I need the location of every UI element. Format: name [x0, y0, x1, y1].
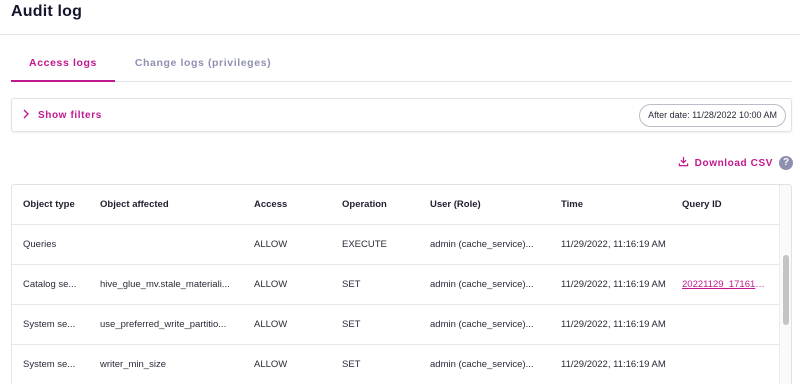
after-date-chip[interactable]: After date: 11/28/2022 10:00 AM	[639, 104, 786, 127]
cell-user-role: admin (cache_service)...	[430, 319, 534, 330]
chevron-right-icon	[22, 109, 30, 122]
filters-bar: Show filters After date: 11/28/2022 10:0…	[11, 98, 792, 132]
column-header[interactable]: Object type	[23, 185, 85, 224]
query-id-link[interactable]: 20221129_171619_...	[682, 265, 770, 304]
cell-time: 11/29/2022, 11:16:19 AM	[561, 239, 666, 250]
cell-user-role: admin (cache_service)...	[430, 279, 534, 290]
cell-access: ALLOW	[254, 359, 288, 370]
show-filters-button[interactable]: Show filters	[22, 99, 102, 131]
cell-user-role: admin (cache_service)...	[430, 359, 534, 370]
cell-object-type: System se...	[23, 359, 76, 370]
cell-time: 11/29/2022, 11:16:19 AM	[561, 279, 666, 290]
column-header[interactable]: User (Role)	[430, 185, 540, 224]
table-row[interactable]: System se... use_preferred_write_partiti…	[12, 305, 780, 345]
tab-change-logs[interactable]: Change logs (privileges)	[123, 46, 283, 82]
cell-operation: SET	[342, 279, 361, 290]
cell-time: 11/29/2022, 11:16:19 AM	[561, 359, 666, 370]
cell-query-id	[682, 305, 770, 344]
cell-object-affected	[100, 225, 240, 264]
audit-table: Object type Object affected Access Opera…	[11, 184, 792, 384]
cell-time: 11/29/2022, 11:16:19 AM	[561, 319, 666, 330]
cell-operation: EXECUTE	[342, 239, 387, 250]
cell-query-id	[682, 225, 770, 264]
cell-object-affected: hive_glue_mv.stale_materiali...	[100, 279, 230, 290]
table-header-row: Object type Object affected Access Opera…	[12, 185, 780, 225]
cell-object-type: System se...	[23, 319, 76, 330]
cell-operation: SET	[342, 359, 361, 370]
column-header[interactable]: Query ID	[682, 185, 770, 224]
column-header[interactable]: Object affected	[100, 185, 240, 224]
cell-query-id	[682, 345, 770, 384]
cell-object-affected: writer_min_size	[100, 359, 166, 370]
table-scrollbar[interactable]	[779, 185, 791, 384]
download-icon	[678, 154, 689, 172]
cell-object-type: Catalog se...	[23, 279, 77, 290]
tab-access-logs[interactable]: Access logs	[11, 46, 115, 82]
page-header: Audit log	[0, 0, 800, 35]
cell-access: ALLOW	[254, 279, 288, 290]
cell-access: ALLOW	[254, 319, 288, 330]
download-csv-button[interactable]: Download CSV	[678, 155, 773, 171]
show-filters-label: Show filters	[38, 109, 102, 121]
table-row[interactable]: Queries ALLOW EXECUTE admin (cache_servi…	[12, 225, 780, 265]
cell-object-type: Queries	[23, 239, 57, 250]
column-header[interactable]: Access	[254, 185, 314, 224]
table-row[interactable]: Catalog se... hive_glue_mv.stale_materia…	[12, 265, 780, 305]
cell-user-role: admin (cache_service)...	[430, 239, 534, 250]
cell-object-affected: use_preferred_write_partitio...	[100, 319, 227, 330]
cell-access: ALLOW	[254, 239, 288, 250]
table-row[interactable]: System se... writer_min_size ALLOW SET a…	[12, 345, 780, 384]
help-icon[interactable]: ?	[779, 156, 793, 170]
scrollbar-thumb[interactable]	[783, 255, 789, 325]
cell-operation: SET	[342, 319, 361, 330]
column-header[interactable]: Operation	[342, 185, 412, 224]
page-title: Audit log	[11, 3, 83, 20]
tab-bar: Access logs Change logs (privileges)	[11, 46, 792, 82]
column-header[interactable]: Time	[561, 185, 667, 224]
download-csv-label: Download CSV	[694, 157, 773, 169]
